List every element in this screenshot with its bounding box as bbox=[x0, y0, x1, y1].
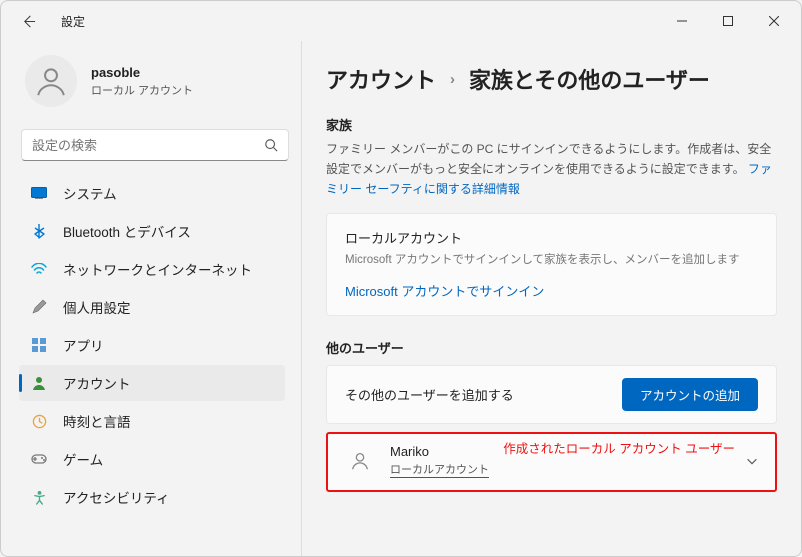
sidebar-item-label: 個人用設定 bbox=[63, 297, 131, 317]
user-row[interactable]: 作成されたローカル アカウント ユーザー Mariko ローカルアカウント bbox=[326, 432, 777, 492]
person-icon bbox=[344, 445, 376, 477]
accessibility-icon bbox=[31, 489, 47, 505]
sidebar-item-accounts[interactable]: アカウント bbox=[19, 365, 285, 401]
profile-block[interactable]: pasoble ローカル アカウント bbox=[19, 49, 295, 123]
sidebar-item-label: アクセシビリティ bbox=[63, 487, 170, 507]
add-account-button[interactable]: アカウントの追加 bbox=[622, 378, 758, 411]
clock-icon bbox=[31, 413, 47, 429]
sidebar-item-network[interactable]: ネットワークとインターネット bbox=[19, 251, 285, 287]
sidebar-item-time-language[interactable]: 時刻と言語 bbox=[19, 403, 285, 439]
system-icon bbox=[31, 185, 47, 201]
sidebar-item-gaming[interactable]: ゲーム bbox=[19, 441, 285, 477]
user-type: ローカルアカウント bbox=[390, 461, 489, 478]
sidebar-item-label: 時刻と言語 bbox=[63, 411, 131, 431]
gaming-icon bbox=[31, 451, 47, 467]
breadcrumb-root[interactable]: アカウント bbox=[326, 63, 436, 95]
sidebar-item-accessibility[interactable]: アクセシビリティ bbox=[19, 479, 285, 515]
chevron-right-icon: › bbox=[450, 71, 455, 88]
search-input[interactable] bbox=[21, 129, 289, 161]
add-user-row: その他のユーザーを追加する アカウントの追加 bbox=[326, 365, 777, 424]
profile-sub: ローカル アカウント bbox=[91, 82, 193, 98]
sidebar-item-personalization[interactable]: 個人用設定 bbox=[19, 289, 285, 325]
nav: システム Bluetooth とデバイス ネットワークとインターネット 個人用設… bbox=[19, 175, 295, 515]
sidebar: pasoble ローカル アカウント システム Bluetooth とデバイス … bbox=[1, 41, 301, 556]
sidebar-item-bluetooth[interactable]: Bluetooth とデバイス bbox=[19, 213, 285, 249]
family-description: ファミリー メンバーがこの PC にサインインできるようにします。作成者は、安全… bbox=[326, 140, 777, 199]
apps-icon bbox=[31, 337, 47, 353]
local-account-card: ローカルアカウント Microsoft アカウントでサインインして家族を表示し、… bbox=[326, 213, 777, 316]
search-icon bbox=[264, 138, 278, 152]
user-name: Mariko bbox=[390, 444, 489, 459]
sidebar-item-label: ゲーム bbox=[63, 449, 103, 469]
avatar bbox=[25, 55, 77, 107]
sidebar-item-label: アプリ bbox=[63, 335, 104, 355]
sidebar-item-label: ネットワークとインターネット bbox=[63, 259, 252, 279]
network-icon bbox=[31, 261, 47, 277]
maximize-button[interactable] bbox=[705, 5, 751, 37]
sidebar-item-label: アカウント bbox=[63, 373, 131, 393]
add-user-text: その他のユーザーを追加する bbox=[345, 385, 622, 404]
person-icon bbox=[31, 375, 47, 391]
page-title: 家族とその他のユーザー bbox=[469, 63, 710, 95]
titlebar: 設定 bbox=[1, 1, 801, 41]
window-title: 設定 bbox=[61, 13, 85, 30]
profile-name: pasoble bbox=[91, 65, 193, 80]
card-subtitle: Microsoft アカウントでサインインして家族を表示し、メンバーを追加します bbox=[345, 251, 758, 267]
minimize-button[interactable] bbox=[659, 5, 705, 37]
close-button[interactable] bbox=[751, 5, 797, 37]
ms-signin-link[interactable]: Microsoft アカウントでサインイン bbox=[345, 281, 544, 300]
breadcrumb: アカウント › 家族とその他のユーザー bbox=[326, 63, 777, 95]
bluetooth-icon bbox=[31, 223, 47, 239]
sidebar-item-label: Bluetooth とデバイス bbox=[63, 221, 191, 241]
other-users-heading: 他のユーザー bbox=[326, 338, 777, 357]
chevron-down-icon[interactable] bbox=[745, 454, 759, 468]
search-field[interactable] bbox=[32, 138, 264, 153]
main-content: アカウント › 家族とその他のユーザー 家族 ファミリー メンバーがこの PC … bbox=[302, 41, 801, 556]
family-heading: 家族 bbox=[326, 115, 777, 134]
sidebar-item-system[interactable]: システム bbox=[19, 175, 285, 211]
annotation-label: 作成されたローカル アカウント ユーザー bbox=[503, 438, 735, 457]
card-title: ローカルアカウント bbox=[345, 228, 758, 247]
brush-icon bbox=[31, 299, 47, 315]
sidebar-item-apps[interactable]: アプリ bbox=[19, 327, 285, 363]
back-button[interactable] bbox=[21, 14, 39, 29]
sidebar-item-label: システム bbox=[63, 183, 117, 203]
